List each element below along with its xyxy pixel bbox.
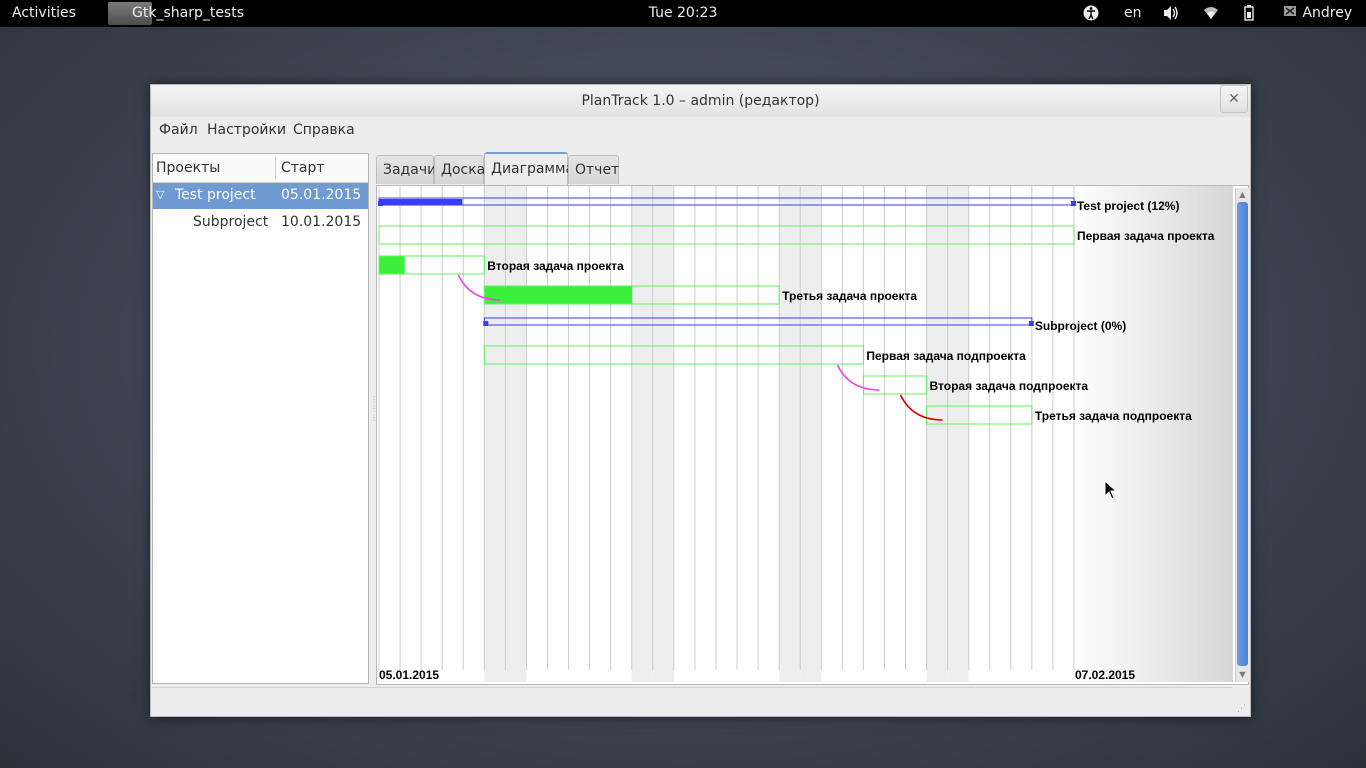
mouse-cursor-icon bbox=[1104, 480, 1116, 500]
tab-board[interactable]: Доска bbox=[434, 155, 485, 184]
tree-row-test-project[interactable]: ▽ Test project 05.01.2015 bbox=[153, 183, 368, 209]
project-start: 10.01.2015 bbox=[281, 214, 362, 230]
user-icon bbox=[1284, 0, 1298, 27]
activities-button[interactable]: Activities bbox=[12, 0, 76, 27]
task-progress bbox=[484, 286, 633, 304]
gantt-row-label: Вторая задача подпроекта bbox=[930, 379, 1089, 393]
accessibility-icon[interactable] bbox=[1083, 0, 1099, 27]
tab-report[interactable]: Отчет bbox=[568, 155, 619, 184]
tree-row-subproject[interactable]: Subproject 10.01.2015 bbox=[153, 210, 368, 236]
weekend-column bbox=[800, 186, 822, 682]
gantt-panel: Test project (12%) Первая задача проекта В… bbox=[376, 185, 1249, 685]
scroll-up-icon[interactable]: ▲ bbox=[1236, 188, 1249, 202]
tab-tasks[interactable]: Задачи bbox=[376, 155, 436, 184]
vertical-scrollbar[interactable]: ▲ ▼ bbox=[1235, 188, 1249, 682]
gantt-row-label: Третья задача подпроекта bbox=[1035, 409, 1192, 423]
top-bar: Activities Gtk_sharp_tests Tue 20:23 en … bbox=[0, 0, 1366, 27]
menu-settings[interactable]: Настройки bbox=[207, 122, 286, 138]
weekend-column bbox=[631, 186, 653, 682]
gantt-row-label: Первая задача подпроекта bbox=[866, 349, 1026, 363]
gantt-row-label: Вторая задача проекта bbox=[487, 259, 624, 273]
window-title: PlanTrack 1.0 – admin (редактор) bbox=[581, 93, 820, 109]
gantt-chart[interactable]: Test project (12%) Первая задача проекта В… bbox=[377, 186, 1233, 684]
task-bar bbox=[862, 375, 928, 395]
tree-header: Проекты Старт bbox=[153, 154, 368, 183]
wifi-icon[interactable] bbox=[1203, 0, 1219, 27]
gantt-row-label: Test project (12%) bbox=[1077, 199, 1179, 213]
clock[interactable]: Tue 20:23 bbox=[649, 5, 718, 21]
weekend-column bbox=[652, 186, 674, 682]
scroll-down-icon[interactable]: ▼ bbox=[1236, 668, 1249, 682]
weekend-column bbox=[779, 186, 801, 682]
column-separator[interactable] bbox=[275, 157, 276, 179]
resize-grip-icon[interactable]: ⋰ bbox=[1237, 704, 1247, 714]
group-start-marker bbox=[483, 321, 489, 326]
column-header-projects[interactable]: Проекты bbox=[156, 160, 220, 176]
close-button[interactable]: ✕ bbox=[1220, 85, 1248, 113]
project-name: Test project bbox=[175, 187, 256, 203]
menu-bar: Файл Настройки Справка bbox=[151, 118, 1250, 146]
app-menu[interactable]: Gtk_sharp_tests bbox=[108, 0, 258, 27]
project-name: Subproject bbox=[193, 214, 269, 230]
volume-icon[interactable] bbox=[1162, 0, 1180, 27]
tab-diagram[interactable]: Диаграмма bbox=[484, 152, 574, 185]
menu-help[interactable]: Справка bbox=[293, 122, 355, 138]
battery-icon[interactable] bbox=[1243, 0, 1255, 27]
status-bar bbox=[152, 687, 1232, 714]
task-bar bbox=[378, 225, 1075, 245]
user-menu[interactable]: Andrey bbox=[1284, 0, 1352, 27]
user-name: Andrey bbox=[1302, 5, 1353, 21]
timeline-end-area bbox=[1073, 186, 1233, 682]
timeline-end-date: 07.02.2015 bbox=[1075, 668, 1135, 682]
group-end-marker bbox=[1028, 321, 1034, 326]
gantt-row-label: Первая задача проекта bbox=[1077, 229, 1215, 243]
weekend-column bbox=[947, 186, 969, 682]
language-indicator[interactable]: en bbox=[1124, 0, 1142, 27]
window-titlebar[interactable]: PlanTrack 1.0 – admin (редактор) ✕ bbox=[151, 85, 1250, 117]
gantt-row-label: Третья задача проекта bbox=[782, 289, 917, 303]
project-tree: Проекты Старт ▽ Test project 05.01.2015 … bbox=[152, 153, 369, 684]
menu-file[interactable]: Файл bbox=[159, 122, 198, 138]
timeline-start-date: 05.01.2015 bbox=[379, 668, 439, 682]
dependency-link bbox=[836, 364, 880, 391]
app-name: Gtk_sharp_tests bbox=[132, 5, 245, 21]
project-start: 05.01.2015 bbox=[281, 187, 362, 203]
expander-icon[interactable]: ▽ bbox=[156, 188, 164, 201]
plantrack-window: PlanTrack 1.0 – admin (редактор) ✕ Файл … bbox=[150, 84, 1251, 717]
pane-splitter[interactable]: ⋮ ⋮ ⋮ bbox=[370, 395, 378, 435]
gantt-row-label: Subproject (0%) bbox=[1035, 319, 1126, 333]
task-progress bbox=[379, 256, 405, 274]
scroll-thumb[interactable] bbox=[1237, 202, 1248, 666]
group-end-marker bbox=[1070, 201, 1076, 206]
column-header-start[interactable]: Старт bbox=[281, 160, 325, 176]
group-start-marker bbox=[378, 201, 383, 206]
group-bar bbox=[378, 197, 1075, 206]
group-progress bbox=[379, 199, 463, 205]
weekend-column bbox=[926, 186, 948, 682]
